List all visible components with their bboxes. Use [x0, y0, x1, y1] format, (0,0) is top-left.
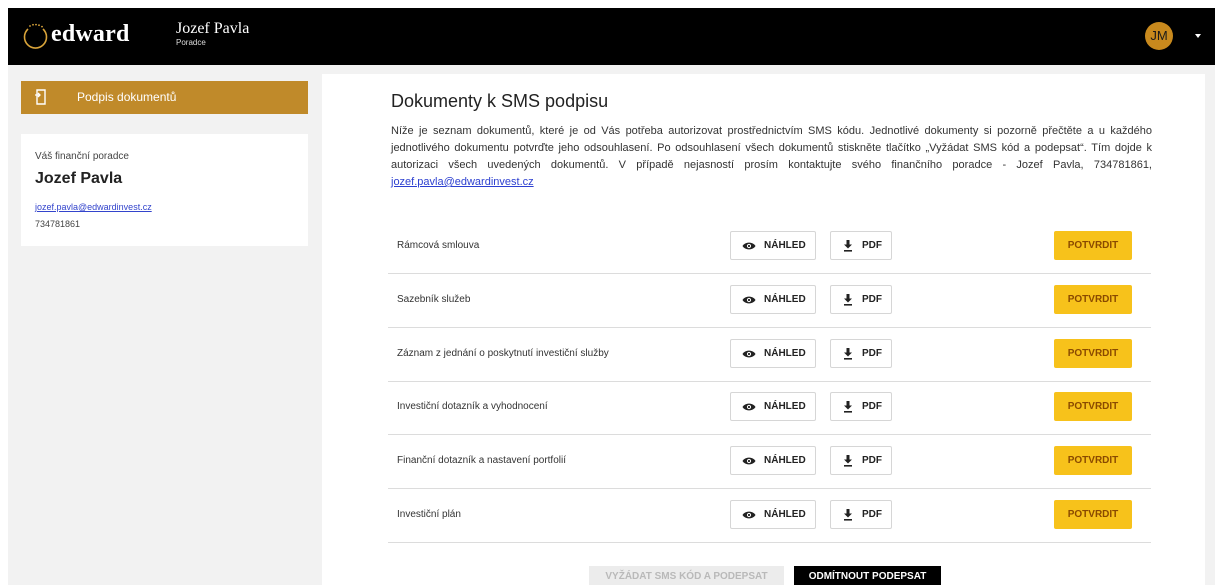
preview-label: NÁHLED	[764, 240, 806, 251]
eye-icon	[742, 511, 756, 519]
eye-icon	[742, 403, 756, 411]
document-name: Rámcová smlouva	[397, 240, 480, 251]
preview-label: NÁHLED	[764, 509, 806, 520]
pdf-download-button[interactable]: PDF	[830, 392, 892, 421]
pdf-label: PDF	[862, 401, 882, 412]
pdf-download-button[interactable]: PDF	[830, 231, 892, 260]
preview-label: NÁHLED	[764, 455, 806, 466]
pdf-download-button[interactable]: PDF	[830, 339, 892, 368]
intro-text: Níže je seznam dokumentů, které je od Vá…	[391, 123, 1152, 191]
advisor-name: Jozef Pavla	[35, 170, 123, 187]
advisor-card: Váš finanční poradce Jozef Pavla jozef.p…	[21, 134, 308, 246]
logo-text: edward	[51, 21, 130, 47]
pdf-label: PDF	[862, 509, 882, 520]
download-icon	[844, 240, 852, 252]
preview-button[interactable]: NÁHLED	[730, 392, 816, 421]
confirm-button[interactable]: POTVRDIT	[1054, 392, 1132, 421]
pdf-label: PDF	[862, 455, 882, 466]
confirm-button[interactable]: POTVRDIT	[1054, 500, 1132, 529]
pdf-download-button[interactable]: PDF	[830, 500, 892, 529]
download-icon	[844, 294, 852, 306]
document-row: Záznam z jednání o poskytnutí investiční…	[388, 328, 1151, 382]
document-sign-icon	[35, 89, 46, 105]
pdf-label: PDF	[862, 294, 882, 305]
header-user-role: Poradce	[176, 38, 206, 47]
document-row: Investiční plán NÁHLED PDF POTVRDIT	[388, 489, 1151, 543]
sidebar-item-document-signing[interactable]: Podpis dokumentů	[21, 81, 308, 114]
eye-icon	[742, 350, 756, 358]
preview-label: NÁHLED	[764, 294, 806, 305]
pdf-label: PDF	[862, 348, 882, 359]
eye-icon	[742, 296, 756, 304]
document-name: Sazebník služeb	[397, 294, 471, 305]
download-icon	[844, 348, 852, 360]
document-name: Investiční dotazník a vyhodnocení	[397, 401, 548, 412]
eye-icon	[742, 457, 756, 465]
request-sms-button[interactable]: VYŽÁDAT SMS KÓD A PODEPSAT	[589, 566, 784, 585]
document-name: Finanční dotazník a nastavení portfolií	[397, 455, 566, 466]
preview-label: NÁHLED	[764, 348, 806, 359]
preview-button[interactable]: NÁHLED	[730, 231, 816, 260]
preview-button[interactable]: NÁHLED	[730, 285, 816, 314]
top-bar: edward Jozef Pavla Poradce JM	[8, 8, 1215, 65]
download-icon	[844, 509, 852, 521]
intro-email-link[interactable]: jozef.pavla@edwardinvest.cz	[391, 176, 534, 188]
advisor-phone: 734781861	[35, 219, 81, 229]
pdf-label: PDF	[862, 240, 882, 251]
advisor-label: Váš finanční poradce	[35, 151, 129, 162]
preview-button[interactable]: NÁHLED	[730, 339, 816, 368]
advisor-email-link[interactable]: jozef.pavla@edwardinvest.cz	[35, 202, 152, 212]
eye-icon	[742, 242, 756, 250]
confirm-button[interactable]: POTVRDIT	[1054, 285, 1132, 314]
document-row: Finanční dotazník a nastavení portfolií N…	[388, 435, 1151, 489]
decline-signing-button[interactable]: ODMÍTNOUT PODEPSAT	[794, 566, 941, 585]
document-row: Sazebník služeb NÁHLED PDF POTVRDIT	[388, 274, 1151, 328]
intro-paragraph: Níže je seznam dokumentů, které je od Vá…	[391, 125, 1152, 171]
confirm-button[interactable]: POTVRDIT	[1054, 231, 1132, 260]
document-name: Investiční plán	[397, 509, 461, 520]
preview-button[interactable]: NÁHLED	[730, 500, 816, 529]
confirm-button[interactable]: POTVRDIT	[1054, 446, 1132, 475]
header-user-name: Jozef Pavla	[176, 20, 250, 37]
caret-down-icon[interactable]	[1195, 34, 1201, 38]
sidebar-item-label: Podpis dokumentů	[77, 90, 177, 104]
document-row: Investiční dotazník a vyhodnocení NÁHLED P…	[388, 381, 1151, 435]
pdf-download-button[interactable]: PDF	[830, 446, 892, 475]
page-title: Dokumenty k SMS podpisu	[391, 91, 609, 111]
pdf-download-button[interactable]: PDF	[830, 285, 892, 314]
download-icon	[844, 401, 852, 413]
preview-label: NÁHLED	[764, 401, 806, 412]
document-name: Záznam z jednání o poskytnutí investiční…	[397, 348, 609, 359]
header-user-block: Jozef Pavla Poradce	[176, 20, 249, 47]
document-row: Rámcová smlouva NÁHLED PDF POTVRDIT	[388, 220, 1151, 274]
confirm-button[interactable]: POTVRDIT	[1054, 339, 1132, 368]
preview-button[interactable]: NÁHLED	[730, 446, 816, 475]
sun-arc-icon	[23, 23, 48, 49]
download-icon	[844, 455, 852, 467]
avatar[interactable]: JM	[1145, 22, 1173, 50]
